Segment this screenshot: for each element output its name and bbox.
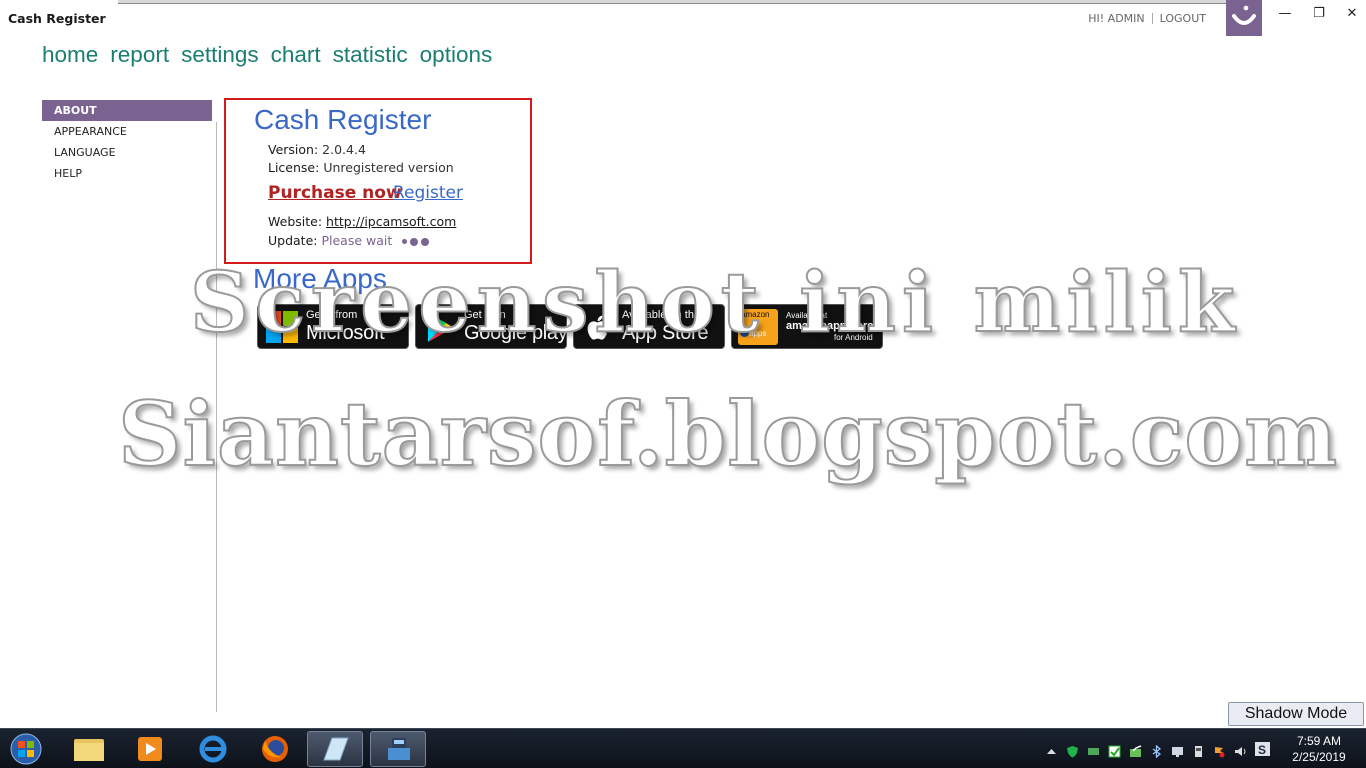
- system-tray: S: [1045, 741, 1271, 758]
- nav-report[interactable]: report: [110, 42, 169, 68]
- update-label: Update:: [268, 233, 318, 248]
- start-button[interactable]: [6, 731, 46, 767]
- badge-small-text: Available at: [786, 311, 828, 320]
- watermark-line-2: Siantarsof.blogspot.com: [117, 381, 1339, 487]
- purchase-now-link[interactable]: Purchase now: [268, 183, 402, 203]
- checkbox-tray-icon[interactable]: [1108, 743, 1121, 757]
- user-area: HI! ADMIN LOGOUT: [1088, 12, 1206, 25]
- file-explorer-icon[interactable]: [61, 731, 117, 767]
- apple-icon: [587, 315, 607, 340]
- top-nav: home report settings chart statistic opt…: [42, 42, 492, 68]
- action-center-flag-icon[interactable]: [1213, 743, 1226, 757]
- website-label: Website:: [268, 214, 323, 229]
- cash-register-app-icon[interactable]: [370, 731, 426, 767]
- user-greeting[interactable]: HI! ADMIN: [1088, 12, 1144, 25]
- badge-small-text: Get it on: [464, 309, 506, 321]
- svg-text:S: S: [1258, 743, 1266, 757]
- restore-button[interactable]: ❐: [1306, 5, 1332, 23]
- clock-date: 2/25/2019: [1292, 750, 1346, 764]
- windows-orb-icon: [10, 733, 42, 765]
- taskbar: S 7:59 AM 2/25/2019: [0, 728, 1366, 768]
- amazon-apps-icon: amazon apps: [738, 309, 778, 345]
- google-play-badge[interactable]: Get it on Google play: [415, 304, 567, 349]
- microsoft-store-badge[interactable]: Get it from Microsoft: [257, 304, 409, 349]
- security-shield-icon[interactable]: [1066, 743, 1079, 757]
- title-bar: Cash Register HI! ADMIN LOGOUT — ❐ ✕: [0, 0, 1366, 36]
- license-row: License: Unregistered version: [268, 160, 454, 175]
- clock-time: 7:59 AM: [1296, 734, 1342, 748]
- badge-small-text: Available on the: [622, 309, 701, 321]
- version-value: 2.0.4.4: [322, 142, 366, 157]
- monitor-tray-icon[interactable]: [1171, 743, 1184, 757]
- taskbar-clock[interactable]: 7:59 AM 2/25/2019: [1282, 733, 1356, 765]
- website-link[interactable]: http://ipcamsoft.com: [326, 214, 456, 229]
- store-badges: Get it from Microsoft Get it on Google p…: [257, 304, 883, 349]
- badge-extra-text: for Android: [834, 333, 873, 342]
- version-label: Version:: [268, 142, 319, 157]
- badge-small-text: Get it from: [306, 309, 358, 321]
- nav-home[interactable]: home: [42, 42, 98, 68]
- network-app-icon[interactable]: [1087, 743, 1100, 756]
- google-play-icon: [428, 313, 453, 342]
- license-value: Unregistered version: [323, 160, 454, 175]
- bluetooth-icon[interactable]: [1150, 743, 1163, 758]
- app-store-badge[interactable]: Available on the App Store: [573, 304, 725, 349]
- sidebar-item-language[interactable]: LANGUAGE: [42, 142, 212, 163]
- license-label: License:: [268, 160, 320, 175]
- website-row: Website: http://ipcamsoft.com: [268, 214, 456, 229]
- close-button[interactable]: ✕: [1339, 5, 1365, 23]
- show-hidden-icons-icon[interactable]: [1045, 743, 1058, 756]
- s-app-tray-icon[interactable]: S: [1255, 741, 1271, 757]
- nav-chart[interactable]: chart: [271, 42, 321, 68]
- version-row: Version: 2.0.4.4: [268, 142, 366, 157]
- content-divider: [216, 122, 217, 712]
- shadow-mode-button[interactable]: Shadow Mode: [1228, 702, 1364, 726]
- nav-statistic[interactable]: statistic: [333, 42, 408, 68]
- smiley-icon[interactable]: [1226, 0, 1262, 36]
- about-panel: Cash Register Version: 2.0.4.4 License: …: [224, 98, 532, 264]
- badge-big-text: App Store: [622, 322, 709, 344]
- firefox-icon[interactable]: [247, 731, 303, 767]
- internet-explorer-icon[interactable]: [185, 731, 241, 767]
- badge-big-text: Google play: [464, 322, 567, 344]
- update-tray-icon[interactable]: [1129, 743, 1142, 757]
- divider: [1151, 13, 1153, 24]
- badge-big-text: amazonappstore: [786, 320, 874, 332]
- app-window: Cash Register HI! ADMIN LOGOUT — ❐ ✕ hom…: [0, 0, 1366, 768]
- sidebar-item-help[interactable]: HELP: [42, 163, 212, 184]
- badge-big-text: Microsoft: [306, 322, 385, 344]
- top-strip: [118, 0, 1226, 4]
- notepad-app-icon[interactable]: [307, 731, 363, 767]
- nav-settings[interactable]: settings: [181, 42, 259, 68]
- logout-link[interactable]: LOGOUT: [1160, 12, 1206, 25]
- window-title: Cash Register: [8, 11, 106, 26]
- sidebar-item-appearance[interactable]: APPEARANCE: [42, 121, 212, 142]
- loading-dots-icon: [402, 237, 430, 246]
- update-row: Update: Please wait: [268, 233, 430, 248]
- nav-options[interactable]: options: [420, 42, 493, 68]
- about-title: Cash Register: [254, 104, 432, 135]
- sidebar-item-about[interactable]: ABOUT: [42, 100, 212, 121]
- microsoft-logo-icon: [266, 311, 298, 343]
- register-link[interactable]: Register: [393, 183, 463, 203]
- more-apps-title: More Apps: [253, 263, 387, 294]
- minimize-button[interactable]: —: [1272, 5, 1298, 23]
- usb-device-icon[interactable]: [1192, 743, 1205, 757]
- volume-icon[interactable]: [1234, 743, 1247, 756]
- update-status: Please wait: [321, 233, 393, 248]
- sidebar: ABOUT APPEARANCE LANGUAGE HELP: [42, 100, 212, 184]
- media-player-icon[interactable]: [122, 731, 178, 767]
- amazon-appstore-badge[interactable]: amazon apps Available at amazonappstore …: [731, 304, 883, 349]
